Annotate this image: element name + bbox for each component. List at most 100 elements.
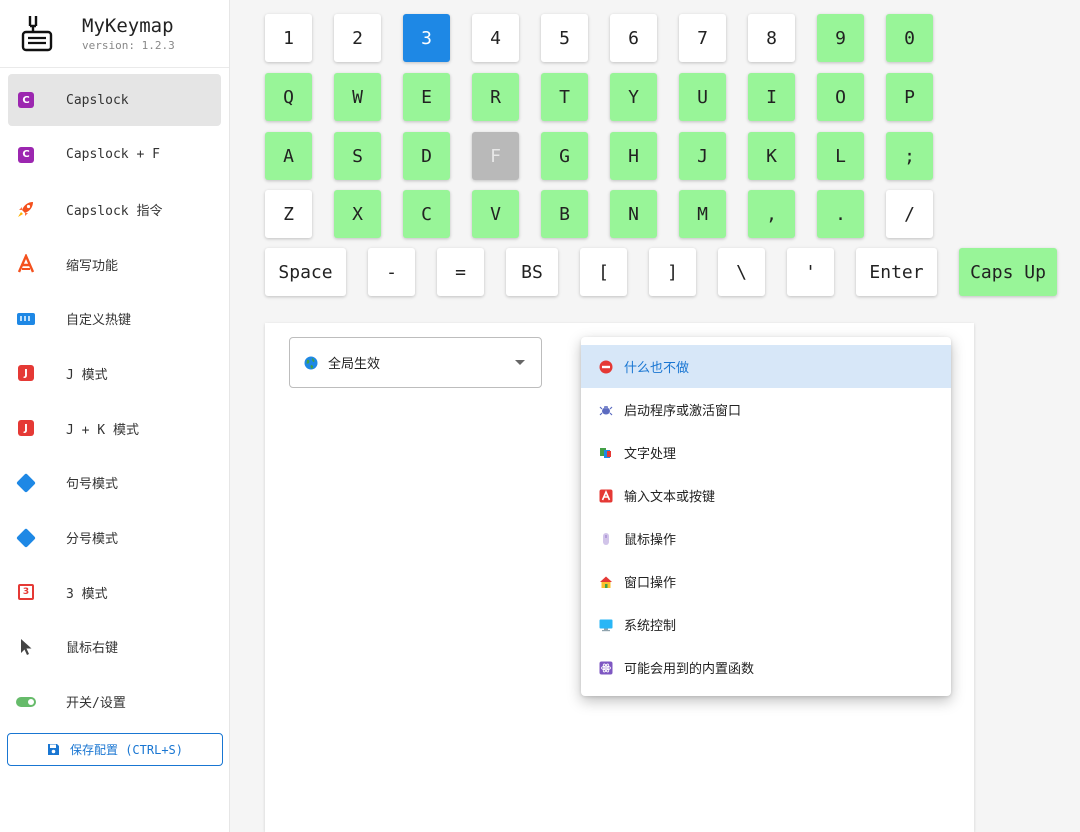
sidebar-item-label: 分号模式 [66, 532, 119, 547]
sidebar-item-label: J 模式 [66, 367, 108, 383]
sidebar-item-settings[interactable]: 开关/设置 [8, 676, 221, 728]
menu-item-builtin-functions[interactable]: 可能会用到的内置函数 [581, 646, 951, 689]
key-1[interactable]: 1 [265, 14, 312, 62]
sidebar-item-label: Capslock [66, 92, 129, 108]
key-4[interactable]: 4 [472, 14, 519, 62]
sidebar-item-jk-mode[interactable]: J J + K 模式 [8, 402, 221, 454]
key-period[interactable]: . [817, 190, 864, 238]
sidebar-item-right-mouse[interactable]: 鼠标右键 [8, 621, 221, 673]
j-icon: J [16, 418, 36, 438]
key-v[interactable]: V [472, 190, 519, 238]
key-space[interactable]: Space [265, 248, 346, 296]
sidebar-menu: C Capslock C Capslock + F Capslock 指令 缩写… [0, 68, 229, 728]
menu-item-window-actions[interactable]: 窗口操作 [581, 560, 951, 603]
key-r[interactable]: R [472, 73, 519, 121]
key-o[interactable]: O [817, 73, 864, 121]
menu-item-launch-program[interactable]: 启动程序或激活窗口 [581, 388, 951, 431]
key-i[interactable]: I [748, 73, 795, 121]
key-p[interactable]: P [886, 73, 933, 121]
key-n[interactable]: N [610, 190, 657, 238]
diamond-icon [16, 472, 36, 493]
key-slash[interactable]: / [886, 190, 933, 238]
key-h[interactable]: H [610, 132, 657, 180]
key-l[interactable]: L [817, 132, 864, 180]
scope-select[interactable]: 全局生效 [289, 337, 542, 388]
menu-item-do-nothing[interactable]: 什么也不做 [581, 345, 951, 388]
key-3[interactable]: 3 [403, 14, 450, 62]
key-left-bracket[interactable]: [ [580, 248, 627, 296]
key-row-special: Space - = BS [ ] \ ' Enter Caps Up [265, 248, 1057, 296]
key-0[interactable]: 0 [886, 14, 933, 62]
menu-item-input-text[interactable]: 输入文本或按键 [581, 474, 951, 517]
key-t[interactable]: T [541, 73, 588, 121]
sidebar-item-custom-hotkeys[interactable]: 自定义热键 [8, 293, 221, 345]
toggle-icon [16, 692, 36, 712]
brand-header: MyKeymap version: 1.2.3 [0, 0, 229, 68]
save-config-button[interactable]: 保存配置 (CTRL+S) [7, 733, 223, 766]
chevron-down-icon [515, 360, 525, 365]
sidebar-item-j-mode[interactable]: J J 模式 [8, 347, 221, 399]
rocket-icon [16, 199, 36, 219]
menu-item-label: 窗口操作 [624, 576, 677, 591]
house-icon [598, 574, 614, 590]
menu-item-label: 启动程序或激活窗口 [624, 404, 742, 419]
key-w[interactable]: W [334, 73, 381, 121]
key-backspace[interactable]: BS [506, 248, 558, 296]
sidebar-item-abbreviation[interactable]: 缩写功能 [8, 238, 221, 290]
key-minus[interactable]: - [368, 248, 415, 296]
menu-item-system-control[interactable]: 系统控制 [581, 603, 951, 646]
app-version: version: 1.2.3 [82, 39, 175, 52]
menu-item-label: 输入文本或按键 [624, 490, 716, 505]
scope-select-value: 全局生效 [328, 357, 381, 372]
key-m[interactable]: M [679, 190, 726, 238]
bug-robot-icon [598, 402, 614, 418]
sidebar-item-capslock-commands[interactable]: Capslock 指令 [8, 183, 221, 235]
key-right-bracket[interactable]: ] [649, 248, 696, 296]
key-8[interactable]: 8 [748, 14, 795, 62]
key-semicolon[interactable]: ; [886, 132, 933, 180]
sidebar-item-capslock[interactable]: C Capslock [8, 74, 221, 126]
key-2[interactable]: 2 [334, 14, 381, 62]
key-d[interactable]: D [403, 132, 450, 180]
key-b[interactable]: B [541, 190, 588, 238]
key-6[interactable]: 6 [610, 14, 657, 62]
key-f[interactable]: F [472, 132, 519, 180]
key-equals[interactable]: = [437, 248, 484, 296]
key-c[interactable]: C [403, 190, 450, 238]
key-5[interactable]: 5 [541, 14, 588, 62]
key-quote[interactable]: ' [787, 248, 834, 296]
sidebar-item-period-mode[interactable]: 句号模式 [8, 457, 221, 509]
key-backslash[interactable]: \ [718, 248, 765, 296]
key-x[interactable]: X [334, 190, 381, 238]
sidebar-item-3-mode[interactable]: 3 3 模式 [8, 566, 221, 618]
app-title: MyKeymap [82, 15, 174, 37]
key-caps-up[interactable]: Caps Up [959, 248, 1057, 296]
key-e[interactable]: E [403, 73, 450, 121]
keyboard-icon [16, 309, 36, 329]
key-j[interactable]: J [679, 132, 726, 180]
key-z[interactable]: Z [265, 190, 312, 238]
floppy-disk-icon [47, 744, 59, 755]
key-a[interactable]: A [265, 132, 312, 180]
abbreviation-a-icon [16, 254, 36, 274]
menu-item-mouse-actions[interactable]: 鼠标操作 [581, 517, 951, 560]
menu-item-text-processing[interactable]: 文字处理 [581, 431, 951, 474]
sidebar-item-capslock-f[interactable]: C Capslock + F [8, 129, 221, 181]
key-y[interactable]: Y [610, 73, 657, 121]
key-7[interactable]: 7 [679, 14, 726, 62]
key-s[interactable]: S [334, 132, 381, 180]
menu-item-label: 鼠标操作 [624, 533, 677, 548]
key-9[interactable]: 9 [817, 14, 864, 62]
sidebar-item-label: 鼠标右键 [66, 641, 119, 657]
key-comma[interactable]: , [748, 190, 795, 238]
key-k[interactable]: K [748, 132, 795, 180]
key-q[interactable]: Q [265, 73, 312, 121]
key-u[interactable]: U [679, 73, 726, 121]
cursor-icon [16, 637, 36, 657]
key-row-zxcv: Z X C V B N M , . / [265, 190, 933, 238]
key-g[interactable]: G [541, 132, 588, 180]
sidebar-item-semicolon-mode[interactable]: 分号模式 [8, 512, 221, 564]
no-entry-icon [598, 359, 614, 375]
key-enter[interactable]: Enter [856, 248, 937, 296]
three-icon: 3 [16, 582, 36, 602]
